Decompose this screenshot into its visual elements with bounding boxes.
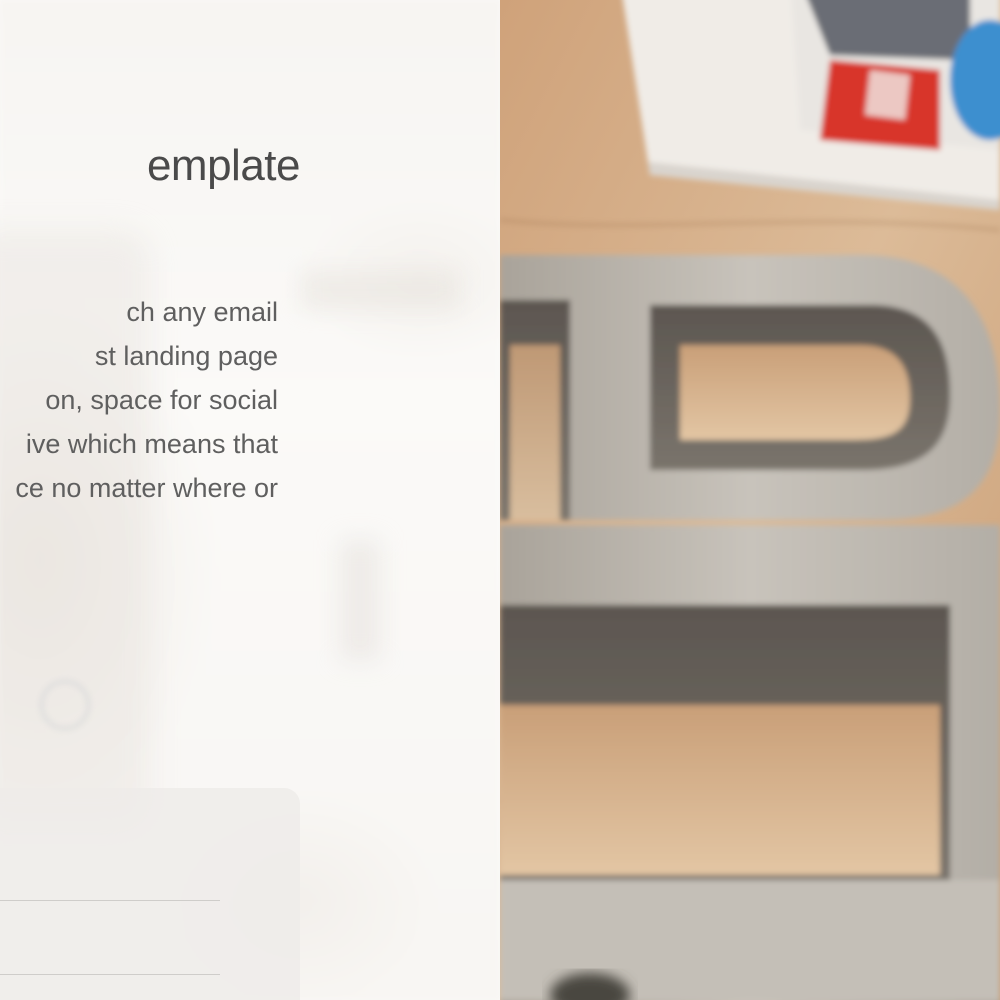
blurred-background-shape xyxy=(300,270,460,310)
letter-block-d xyxy=(500,255,1000,520)
form-field-underline[interactable] xyxy=(0,900,220,901)
hero-panel: emplate ch any email st landing page on,… xyxy=(0,0,500,1000)
description-line: ch any email xyxy=(126,297,278,327)
description-line: st landing page xyxy=(94,341,278,371)
hero-photo xyxy=(500,0,1000,1000)
description-line: ive which means that xyxy=(25,429,278,459)
hero-description: ch any email st landing page on, space f… xyxy=(0,290,290,510)
photo-illustration xyxy=(500,0,1000,1000)
description-line: ce no matter where or xyxy=(15,473,278,503)
letter-block-square xyxy=(500,525,1000,1000)
landing-page: emplate ch any email st landing page on,… xyxy=(0,0,1000,1000)
blurred-circle-icon xyxy=(40,680,90,730)
form-field-underline[interactable] xyxy=(0,974,220,975)
blurred-background-shape xyxy=(340,540,380,660)
signup-form-card xyxy=(0,788,300,1000)
description-line: on, space for social xyxy=(45,385,278,415)
page-title: emplate xyxy=(146,141,301,191)
